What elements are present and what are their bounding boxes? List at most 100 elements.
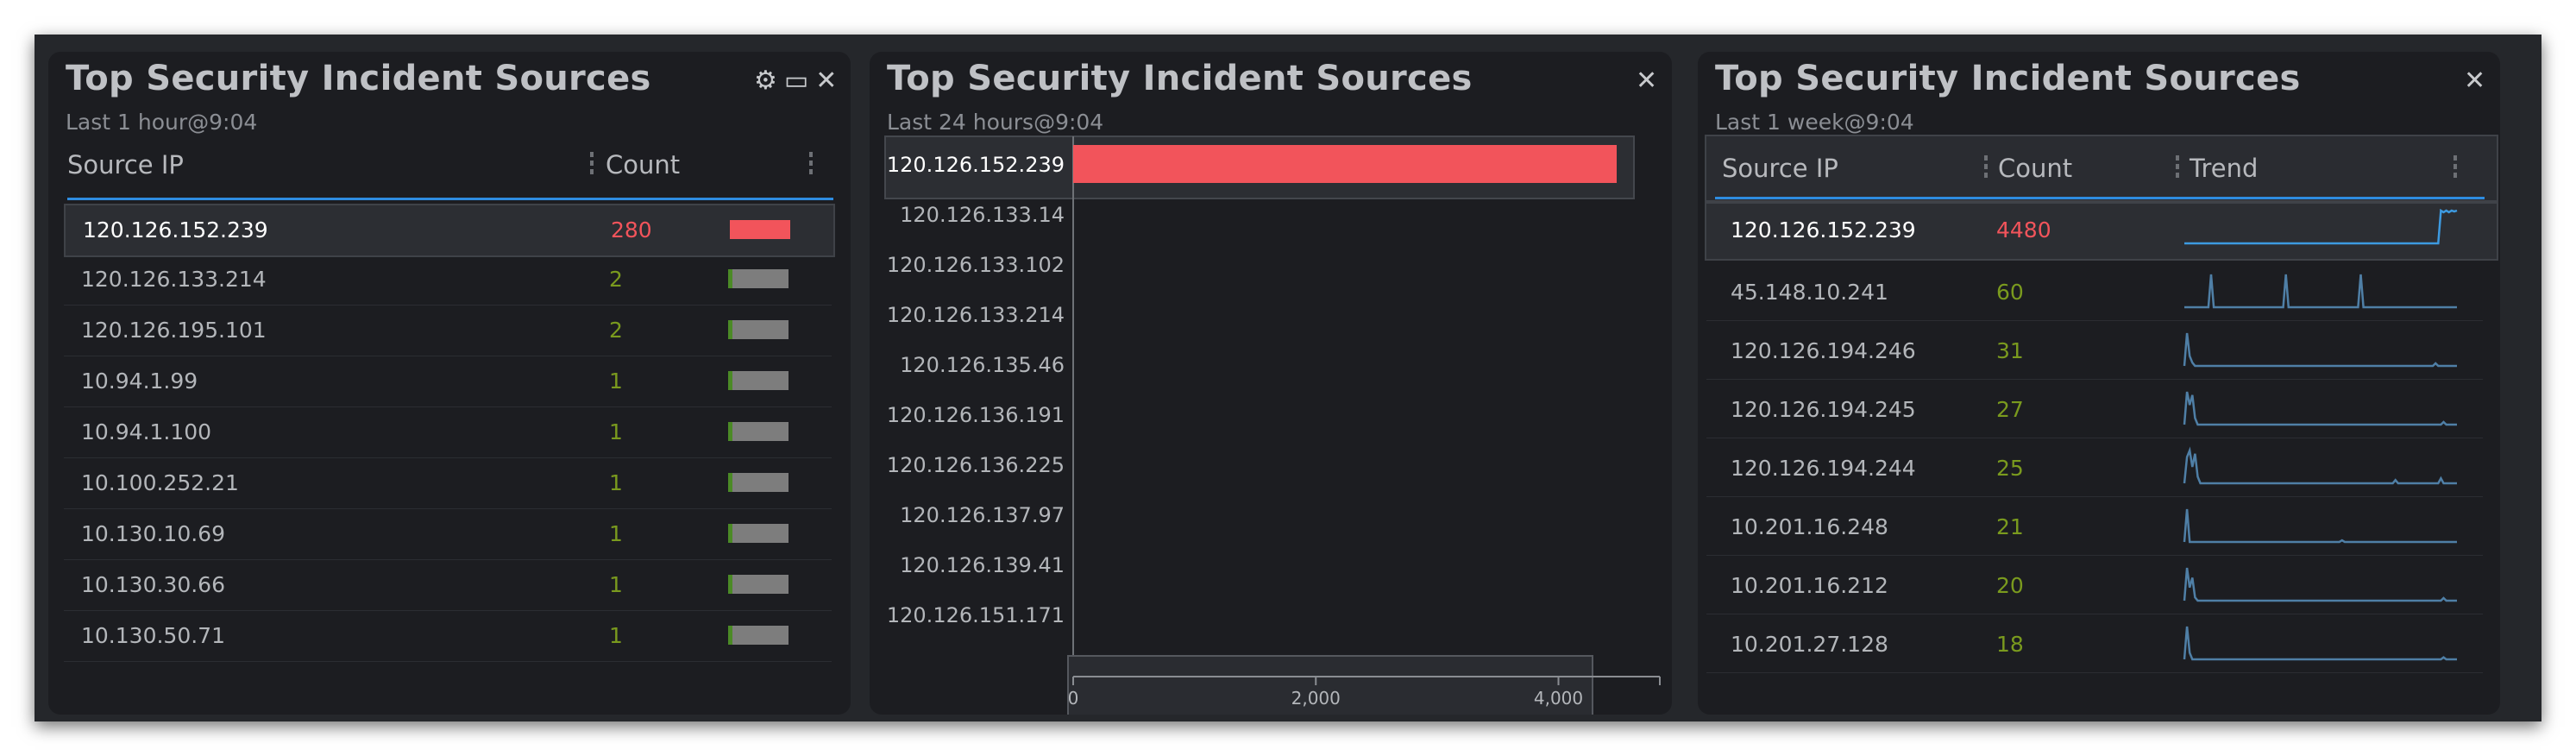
trend-sparkline	[2183, 567, 2457, 602]
column-menu-handle[interactable]	[2453, 155, 2457, 181]
source-ip-cell: 120.126.133.214	[81, 267, 267, 292]
incident-sources-panel-1h: Top Security Incident Sources Last 1 hou…	[48, 52, 851, 715]
count-cell: 1	[609, 419, 623, 444]
table-row[interactable]	[64, 662, 832, 712]
source-ip-cell: 10.130.30.66	[81, 572, 225, 597]
panel-title: Top Security Incident Sources	[66, 59, 651, 98]
source-ip-cell: 120.126.195.101	[81, 318, 267, 343]
trend-line	[2183, 332, 2457, 368]
source-ip-cell: 10.201.27.128	[1731, 632, 1888, 657]
count-bar	[728, 320, 789, 339]
count-bar	[728, 524, 789, 543]
close-icon[interactable]: ✕	[2464, 66, 2485, 97]
count-cell: 21	[1996, 514, 2024, 539]
count-cell: 2	[609, 267, 623, 292]
header-underline	[67, 198, 833, 200]
category-label: 120.126.139.41	[900, 553, 1065, 577]
count-cell: 1	[609, 521, 623, 546]
source-ip-cell: 10.94.1.100	[81, 419, 212, 444]
trend-sparkline	[2184, 208, 2458, 245]
table-row[interactable]: 10.130.50.71 1	[64, 611, 832, 662]
source-ip-cell: 10.100.252.21	[81, 470, 239, 495]
table-row[interactable]: 10.201.16.248 21	[1706, 497, 2483, 556]
count-bar	[728, 626, 789, 645]
table-row[interactable]: 120.126.194.246 31	[1706, 321, 2483, 380]
count-cell: 27	[1996, 397, 2024, 422]
x-tick-label: 4,000	[1534, 688, 1583, 709]
category-label: 120.126.136.225	[887, 453, 1065, 477]
panel-subtitle: Last 1 week@9:04	[1715, 110, 1914, 135]
trend-sparkline	[2183, 446, 2457, 485]
source-ip-cell: 10.130.50.71	[81, 623, 225, 648]
table-row[interactable]: 10.130.30.66 1	[64, 560, 832, 611]
x-tick-label: 0	[1068, 688, 1079, 709]
source-ip-cell: 45.148.10.241	[1731, 280, 1888, 305]
count-bar	[730, 220, 790, 239]
table-row[interactable]: 10.201.27.128 18	[1706, 614, 2483, 673]
count-bar	[728, 473, 789, 492]
count-bar	[728, 575, 789, 594]
table-row[interactable]: 120.126.152.239 280	[64, 204, 835, 257]
table-row[interactable]: 45.148.10.241 60	[1706, 262, 2483, 321]
column-header-trend[interactable]: Trend	[2190, 154, 2258, 183]
category-label: 120.126.135.46	[900, 353, 1065, 377]
trend-sparkline	[2183, 332, 2457, 368]
trend-line	[2183, 508, 2457, 544]
category-label: 120.126.133.14	[900, 203, 1065, 227]
count-cell: 18	[1996, 632, 2024, 657]
source-ip-cell: 120.126.152.239	[1731, 217, 1916, 243]
count-cell: 25	[1996, 456, 2024, 481]
table-row[interactable]: 120.126.195.101 2	[64, 306, 832, 356]
incident-sources-panel-24h: Top Security Incident Sources Last 24 ho…	[870, 52, 1672, 715]
trend-line	[2183, 446, 2457, 485]
table-row[interactable]: 10.94.1.100 1	[64, 407, 832, 458]
count-cell: 280	[611, 217, 652, 243]
column-header-source-ip[interactable]: Source IP	[1722, 154, 1838, 183]
category-label: 120.126.152.239	[887, 153, 1065, 177]
count-cell: 4480	[1996, 217, 2051, 243]
window-icon[interactable]: ▭	[784, 66, 808, 97]
category-label: 120.126.151.171	[887, 603, 1065, 627]
table-header: Source IP Count	[57, 138, 833, 192]
close-icon[interactable]: ✕	[815, 66, 837, 97]
column-resize-handle[interactable]	[590, 152, 594, 178]
count-cell: 31	[1996, 338, 2024, 363]
table-row[interactable]: 10.94.1.99 1	[64, 356, 832, 407]
column-menu-handle[interactable]	[809, 152, 813, 178]
category-label: 120.126.133.102	[887, 253, 1065, 277]
category-label: 120.126.137.97	[900, 503, 1065, 527]
table-row[interactable]: 120.126.152.239 4480	[1705, 202, 2498, 261]
table-row[interactable]: 120.126.194.244 25	[1706, 438, 2483, 497]
table-row[interactable]: 120.126.194.245 27	[1706, 380, 2483, 438]
gear-icon[interactable]: ⚙	[754, 66, 777, 97]
table-row[interactable]: 120.126.133.214 2	[64, 255, 832, 306]
trend-line	[2184, 208, 2458, 245]
column-header-source-ip[interactable]: Source IP	[67, 150, 184, 180]
column-header-count[interactable]: Count	[606, 150, 680, 180]
column-resize-handle[interactable]	[2176, 155, 2179, 181]
header-underline	[1715, 197, 2485, 199]
count-bar	[728, 422, 789, 441]
panel-subtitle: Last 1 hour@9:04	[66, 110, 258, 135]
column-resize-handle[interactable]	[1984, 155, 1988, 181]
table-row[interactable]: 10.201.16.212 20	[1706, 556, 2483, 614]
table-header: Source IP Count Trend	[1705, 135, 2498, 202]
count-bar	[728, 269, 789, 288]
x-tick-label: 2,000	[1291, 688, 1341, 709]
count-cell: 20	[1996, 573, 2024, 598]
table-row[interactable]: 10.100.252.21 1	[64, 458, 832, 509]
trend-sparkline	[2183, 508, 2457, 544]
count-cell: 1	[609, 623, 623, 648]
count-cell: 60	[1996, 280, 2024, 305]
source-ip-cell: 120.126.194.246	[1731, 338, 1916, 363]
source-ip-cell: 10.201.16.212	[1731, 573, 1888, 598]
column-header-count[interactable]: Count	[1998, 154, 2072, 183]
trend-line	[2183, 626, 2457, 661]
bar[interactable]	[1073, 145, 1617, 183]
source-ip-cell: 10.130.10.69	[81, 521, 225, 546]
trend-line	[2183, 391, 2457, 426]
table-row[interactable]: 10.130.10.69 1	[64, 509, 832, 560]
count-cell: 1	[609, 470, 623, 495]
incident-sources-panel-1w: Top Security Incident Sources Last 1 wee…	[1698, 52, 2500, 715]
trend-line	[2183, 567, 2457, 602]
